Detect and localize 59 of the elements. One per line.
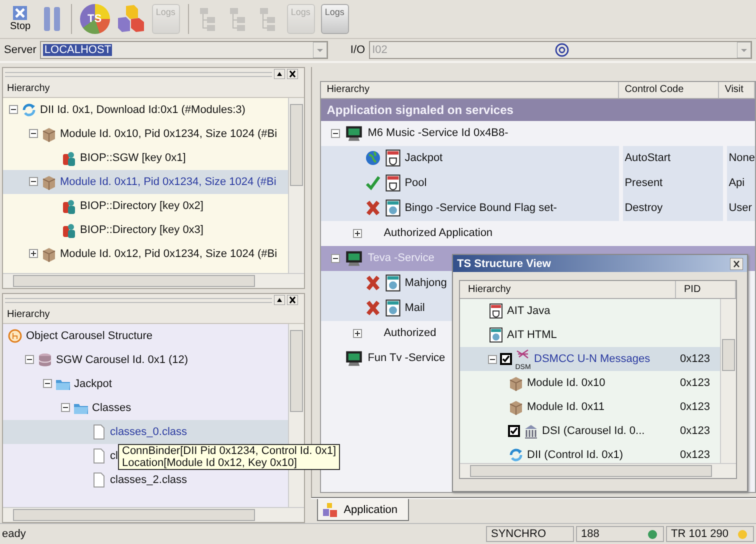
tooltip-line: Location[Module Id 0x12, Key 0x10] xyxy=(122,457,298,469)
tree-label: AIT Java xyxy=(507,305,550,317)
visibility: None xyxy=(726,146,755,171)
column-header: Hierarchy xyxy=(7,83,50,94)
service-name: Fun Tv -Service xyxy=(368,352,446,364)
visibility: User xyxy=(726,196,755,221)
tree-label: DII (Control Id. 0x1) xyxy=(527,449,623,461)
tree-label: BIOP::Directory [key 0x3] xyxy=(80,224,204,236)
tree-label: SGW Carousel Id. 0x1 (12) xyxy=(56,354,188,366)
pid-value: 0x123 xyxy=(680,377,711,389)
status-text: SYNCHRO xyxy=(491,528,546,540)
server-label: Server xyxy=(4,44,36,56)
control-code: Destroy xyxy=(622,196,723,221)
tree-label: cl xyxy=(110,450,118,462)
application-name: Pool xyxy=(404,177,427,190)
column-header: Visit xyxy=(718,82,755,98)
pid-value: 0x123 xyxy=(680,449,711,461)
column-header: Hierarchy xyxy=(7,309,50,320)
io-label: I/O xyxy=(350,44,366,56)
tree-label: Module Id. 0x11 xyxy=(527,401,604,413)
application-name: Mahjong xyxy=(404,277,447,290)
tree-label: Module Id. 0x10, Pid 0x1234, Size 1024 (#Bi xyxy=(60,128,278,140)
pid-value: 0x123 xyxy=(680,425,711,437)
tree-label: Classes xyxy=(92,402,132,414)
column-header: Hierarchy xyxy=(460,281,676,298)
tree-label: Object Carousel Structure xyxy=(26,330,153,342)
tooltip-line: ConnBinder[DII Pid 0x1234, Control Id. 0x1] xyxy=(122,445,336,457)
folder-label: Authorized Application xyxy=(384,227,493,240)
window-title: TS Structure View xyxy=(457,258,551,270)
tree-label: DII Id. 0x1, Download Id:0x1 (#Modules:3) xyxy=(40,104,246,116)
application-name: Jackpot xyxy=(404,152,443,164)
visibility: Api xyxy=(726,170,755,196)
tree-label: BIOP::SGW [key 0x1] xyxy=(80,152,186,164)
folder-label: Authorized xyxy=(384,327,436,340)
tree-label: classes_0.class xyxy=(110,426,188,438)
tree-label: DSMCC U-N Messages xyxy=(534,353,650,365)
tree-label: classes_2.class xyxy=(110,474,188,486)
status-text: TR 101 290 xyxy=(671,528,728,540)
control-code: AutoStart xyxy=(622,146,723,171)
tree-label: Jackpot xyxy=(74,378,112,390)
tree-label: Module Id. 0x11, Pid 0x1234, Size 1024 (#Bi xyxy=(60,176,276,188)
tree-label: BIOP::Directory [key 0x2] xyxy=(80,200,204,212)
pid-value: 0x123 xyxy=(680,353,711,365)
service-name: M6 Music -Service Id 0x4B8- xyxy=(368,127,508,140)
tree-label: DSI (Carousel Id. 0... xyxy=(542,425,645,437)
tree-label: AIT HTML xyxy=(507,329,557,341)
control-code: Present xyxy=(622,170,723,196)
status-message: eady xyxy=(1,528,27,540)
service-name: Teva -Service xyxy=(368,252,434,264)
column-header: PID xyxy=(676,281,736,298)
column-header: Hierarchy xyxy=(320,82,619,98)
tree-label: Module Id. 0x12, Pid 0x1234, Size 1024 (#Bi xyxy=(60,248,278,260)
column-header: Control Code xyxy=(618,82,719,98)
group-header: Application signaled on services xyxy=(320,98,755,121)
application-name: Bingo -Service Bound Flag set- xyxy=(404,202,557,214)
tree-label: Module Id. 0x10 xyxy=(527,377,606,389)
pid-value: 0x123 xyxy=(680,401,711,413)
status-text: 188 xyxy=(581,528,600,540)
application-name: Mail xyxy=(404,302,425,314)
